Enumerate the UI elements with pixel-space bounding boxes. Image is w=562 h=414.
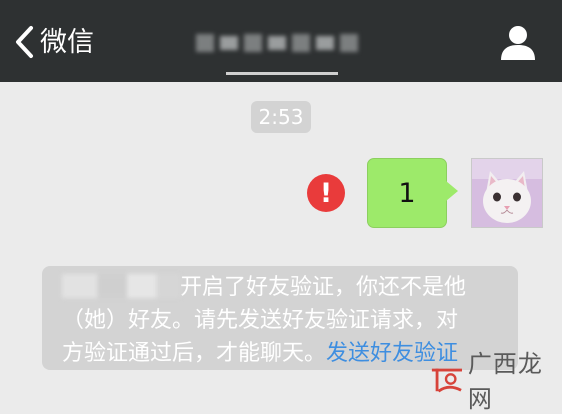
friend-verification-notice: 开启了好友验证，你还不是他 （她）好友。请先发送好友验证请求，对 方验证通过后，… [42,266,518,370]
back-button[interactable]: 微信 [14,20,94,64]
bubble-tail [446,181,458,201]
title-underline [226,72,338,75]
watermark: 广西龙网 [430,350,562,413]
watermark-logo-icon [431,368,462,393]
notice-text-line2: （她）好友。请先发送好友验证请求，对 [62,308,459,333]
chevron-left-icon [16,26,33,58]
notice-text-line1: 开启了好友验证，你还不是他 [180,275,467,300]
watermark-text: 广西龙网 [467,350,543,413]
user-avatar[interactable] [471,158,543,228]
notice-text-line3: 方验证通过后，才能聊天。 [62,341,327,366]
contact-name-blurred [62,274,180,298]
outgoing-message-bubble[interactable]: 1 [367,158,447,228]
back-label: 微信 [40,26,94,58]
person-icon [501,26,535,60]
chat-title-blurred [196,28,366,58]
message-timestamp: 2:53 [251,101,311,133]
send-failed-icon[interactable]: ! [307,174,345,212]
chat-info-button[interactable] [498,24,538,62]
navigation-bar: 微信 [0,0,562,82]
cat-avatar-icon [472,159,542,227]
